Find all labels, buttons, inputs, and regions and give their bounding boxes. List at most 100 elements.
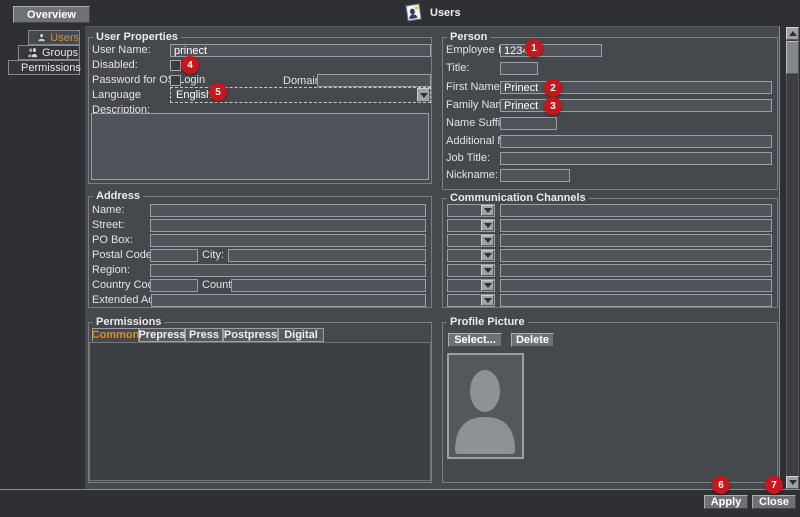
tab-common[interactable]: Common xyxy=(92,328,139,342)
street-input[interactable] xyxy=(150,219,426,232)
permissions-tab-content xyxy=(89,342,431,481)
extended-address-input[interactable] xyxy=(151,294,426,307)
user-icon xyxy=(37,32,46,43)
overview-button[interactable]: Overview xyxy=(13,6,90,23)
group-title: Profile Picture xyxy=(447,316,528,328)
triangle-up-icon xyxy=(789,31,797,36)
group-title: Person xyxy=(447,31,490,43)
title-input[interactable] xyxy=(500,62,538,75)
job-title-label: Job Title: xyxy=(446,152,490,164)
sidebar-item-users[interactable]: Users xyxy=(28,30,80,45)
title-field-label: Title: xyxy=(446,62,469,74)
tab-prepress[interactable]: Prepress xyxy=(139,328,185,342)
job-title-input[interactable] xyxy=(500,152,772,165)
annotation-badge-1: 1 xyxy=(525,39,543,57)
password-os-label: Password for OS Login xyxy=(92,74,205,86)
chevron-down-icon[interactable] xyxy=(481,205,494,216)
channel-type-select[interactable] xyxy=(447,234,495,247)
channel-value-input[interactable] xyxy=(500,264,772,277)
family-name-input[interactable] xyxy=(500,99,772,112)
sidebar-item-permissions[interactable]: Permissions xyxy=(8,60,80,75)
postal-code-input[interactable] xyxy=(150,249,198,262)
channel-value-input[interactable] xyxy=(500,204,772,217)
annotation-badge-2: 2 xyxy=(544,79,562,97)
annotation-badge-7: 7 xyxy=(765,476,783,494)
annotation-badge-6: 6 xyxy=(712,476,730,494)
scroll-up-button[interactable] xyxy=(786,27,799,40)
channel-type-select[interactable] xyxy=(447,264,495,277)
disabled-checkbox[interactable] xyxy=(170,60,181,71)
user-name-label: User Name: xyxy=(92,44,151,56)
channel-value-input[interactable] xyxy=(500,249,772,262)
channel-value-input[interactable] xyxy=(500,294,772,307)
tab-postpress[interactable]: Postpress xyxy=(223,328,278,342)
po-box-input[interactable] xyxy=(150,234,426,247)
region-input[interactable] xyxy=(150,264,426,277)
sidebar-item-label: Groups xyxy=(42,47,78,59)
scroll-down-button[interactable] xyxy=(786,476,799,489)
channel-type-select[interactable] xyxy=(447,294,495,307)
chevron-down-icon[interactable] xyxy=(481,220,494,231)
country-code-input[interactable] xyxy=(150,279,198,292)
channel-value-input[interactable] xyxy=(500,234,772,247)
chevron-down-icon[interactable] xyxy=(481,235,494,246)
channel-value-input[interactable] xyxy=(500,219,772,232)
chevron-down-glyph xyxy=(484,253,492,258)
tab-digital[interactable]: Digital xyxy=(278,328,324,342)
groups-icon xyxy=(27,47,38,58)
profile-picture-placeholder xyxy=(447,353,524,459)
chevron-down-icon[interactable] xyxy=(481,250,494,261)
annotation-badge-5: 5 xyxy=(209,83,227,101)
description-textarea[interactable] xyxy=(91,113,429,180)
channel-type-select[interactable] xyxy=(447,204,495,217)
password-os-checkbox[interactable] xyxy=(170,75,181,86)
apply-button[interactable]: Apply xyxy=(704,495,748,509)
street-label: Street: xyxy=(92,219,124,231)
vertical-scrollbar[interactable] xyxy=(786,27,799,489)
channel-type-select[interactable] xyxy=(447,249,495,262)
first-name-input[interactable] xyxy=(500,81,772,94)
domain-input[interactable] xyxy=(317,74,431,87)
channel-value-input[interactable] xyxy=(500,279,772,292)
page-title: Users xyxy=(404,3,461,22)
chevron-down-icon[interactable] xyxy=(481,280,494,291)
nickname-input[interactable] xyxy=(500,169,570,182)
chevron-down-glyph xyxy=(484,238,492,243)
app-window: Overview Users Users Groups xyxy=(0,0,800,517)
chevron-down-glyph xyxy=(484,208,492,213)
language-dropdown-button[interactable] xyxy=(417,88,430,102)
close-button[interactable]: Close xyxy=(752,495,796,509)
chevron-down-glyph xyxy=(484,283,492,288)
disabled-label: Disabled: xyxy=(92,59,138,71)
additional-name-input[interactable] xyxy=(500,135,772,148)
chevron-down-icon[interactable] xyxy=(481,265,494,276)
chevron-down-icon[interactable] xyxy=(481,295,494,306)
city-input[interactable] xyxy=(228,249,426,262)
triangle-down-icon xyxy=(789,480,797,485)
name-suffix-input[interactable] xyxy=(500,117,557,130)
group-person: Person xyxy=(442,37,778,190)
language-label: Language xyxy=(92,89,141,101)
select-picture-button[interactable]: Select... xyxy=(448,333,502,347)
scrollbar-thumb[interactable] xyxy=(786,41,799,74)
sidebar-item-groups[interactable]: Groups xyxy=(18,45,80,60)
delete-picture-button[interactable]: Delete xyxy=(511,333,554,347)
country-input[interactable] xyxy=(231,279,426,292)
panel-bottom-divider xyxy=(0,489,800,490)
chevron-down-glyph xyxy=(484,268,492,273)
address-name-input[interactable] xyxy=(150,204,426,217)
channel-type-select[interactable] xyxy=(447,219,495,232)
chevron-down-glyph xyxy=(484,298,492,303)
users-page-icon xyxy=(404,3,423,22)
user-name-input[interactable] xyxy=(170,44,431,57)
tab-press[interactable]: Press xyxy=(185,328,223,342)
channel-type-select[interactable] xyxy=(447,279,495,292)
address-name-label: Name: xyxy=(92,204,124,216)
group-title: Communication Channels xyxy=(447,192,589,204)
chevron-down-glyph xyxy=(484,223,492,228)
employee-id-input[interactable] xyxy=(500,44,602,57)
city-label: City: xyxy=(202,249,224,261)
annotation-badge-4: 4 xyxy=(181,56,199,74)
group-title: Permissions xyxy=(93,316,164,328)
sidebar-item-label: Users xyxy=(50,32,79,44)
